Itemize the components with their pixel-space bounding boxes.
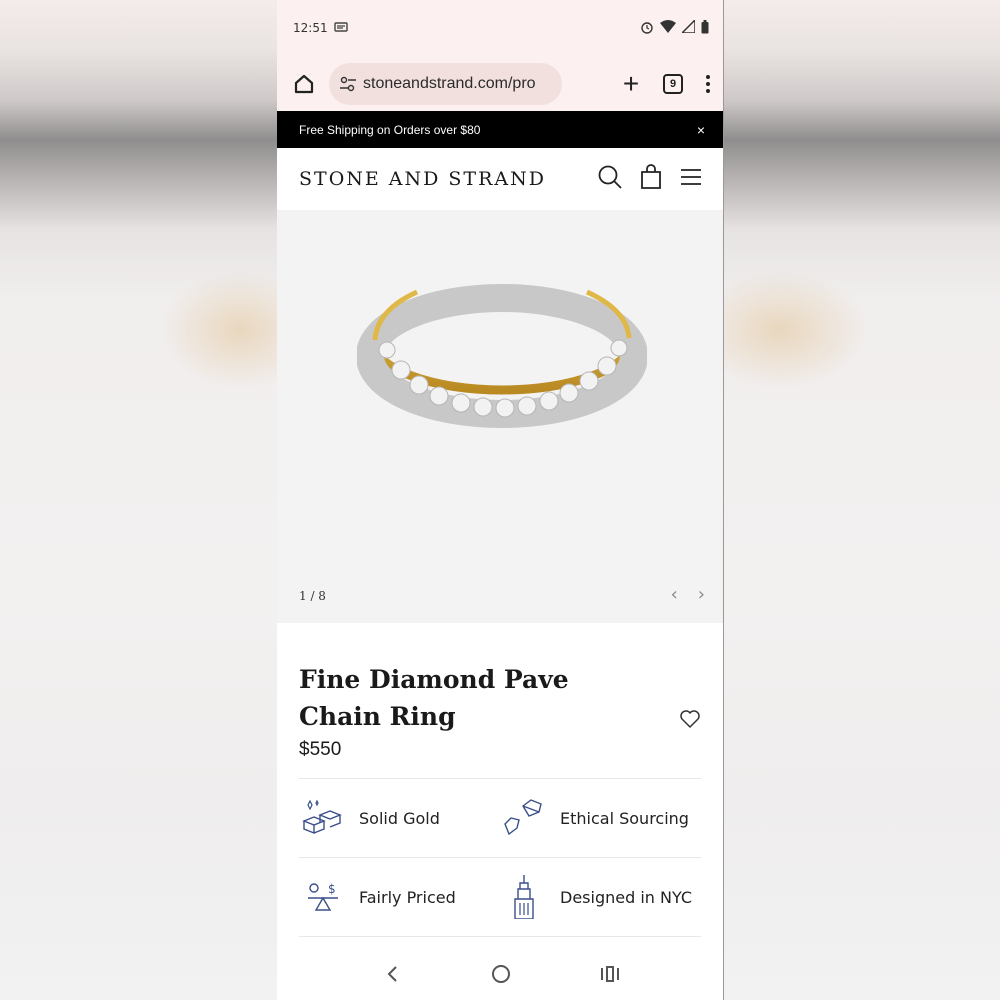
feature-label: Designed in NYC: [560, 887, 693, 907]
tab-switcher-button[interactable]: 9: [663, 73, 683, 94]
recents-button[interactable]: [590, 959, 630, 989]
feature-row: Solid Gold Ethical Sourcing: [299, 779, 701, 858]
product-info: Fine Diamond Pave Chain Ring $550 Solid …: [277, 623, 723, 937]
gold-bars-icon: [299, 796, 347, 840]
back-button[interactable]: [372, 959, 412, 989]
status-time: 12:51: [293, 21, 328, 35]
feature-designed-in-nyc: Designed in NYC: [500, 875, 701, 919]
more-menu-button[interactable]: [701, 74, 715, 93]
battery-icon: [701, 19, 709, 37]
feature-row: $ Fairly Priced Designed in NYC: [299, 858, 701, 937]
scale-icon: $: [299, 875, 347, 919]
signal-icon: [680, 18, 696, 36]
menu-icon[interactable]: [679, 167, 703, 192]
site-logo[interactable]: STONE AND STRAND: [299, 168, 546, 190]
status-bar: 12:51: [277, 0, 723, 56]
back-icon: [387, 966, 397, 982]
address-bar[interactable]: stoneandstrand.com/pro: [329, 62, 562, 105]
diamonds-icon: [500, 796, 548, 840]
site-header: STONE AND STRAND: [277, 148, 723, 210]
feature-list: Solid Gold Ethical Sourcing $ Fairly Pri…: [299, 778, 701, 937]
notification-icon: [333, 21, 348, 36]
gallery-next-button[interactable]: ›: [698, 584, 705, 605]
alarm-icon: [640, 20, 654, 37]
promo-close-button[interactable]: ×: [697, 122, 705, 138]
home-icon: [294, 74, 314, 93]
product-price: $550: [299, 739, 342, 760]
svg-text:$: $: [328, 882, 336, 896]
cart-icon[interactable]: [639, 163, 663, 195]
product-gallery[interactable]: 1 / 8 ‹ ›: [277, 210, 723, 623]
product-image: [357, 284, 647, 428]
home-nav-button[interactable]: [481, 959, 521, 989]
feature-ethical-sourcing: Ethical Sourcing: [500, 796, 701, 840]
browser-toolbar: stoneandstrand.com/pro + 9: [277, 56, 723, 111]
promo-text: Free Shipping on Orders over $80: [299, 122, 481, 137]
wishlist-heart-icon[interactable]: [679, 709, 701, 734]
building-icon: [500, 875, 548, 919]
product-title: Fine Diamond Pave Chain Ring: [299, 665, 569, 731]
feature-label: Ethical Sourcing: [560, 808, 689, 828]
wifi-icon: [660, 20, 676, 36]
home-button[interactable]: [289, 69, 319, 99]
gallery-prev-button[interactable]: ‹: [671, 584, 678, 605]
url-text: stoneandstrand.com/pro: [363, 74, 536, 92]
feature-fairly-priced: $ Fairly Priced: [299, 875, 500, 919]
android-nav-bar: [277, 948, 723, 1000]
promo-banner: Free Shipping on Orders over $80 ×: [277, 111, 723, 148]
phone-screen: 12:51 stoneandstrand.com/pro + 9 Free Sh…: [277, 0, 724, 1000]
search-icon[interactable]: [597, 164, 623, 195]
feature-label: Solid Gold: [359, 808, 440, 828]
site-settings-icon[interactable]: [339, 76, 357, 92]
gallery-counter: 1 / 8: [299, 589, 326, 603]
circle-home-icon: [491, 965, 510, 983]
feature-label: Fairly Priced: [359, 887, 456, 907]
recents-icon: [600, 966, 619, 982]
feature-solid-gold: Solid Gold: [299, 796, 500, 840]
new-tab-button[interactable]: +: [617, 69, 645, 98]
